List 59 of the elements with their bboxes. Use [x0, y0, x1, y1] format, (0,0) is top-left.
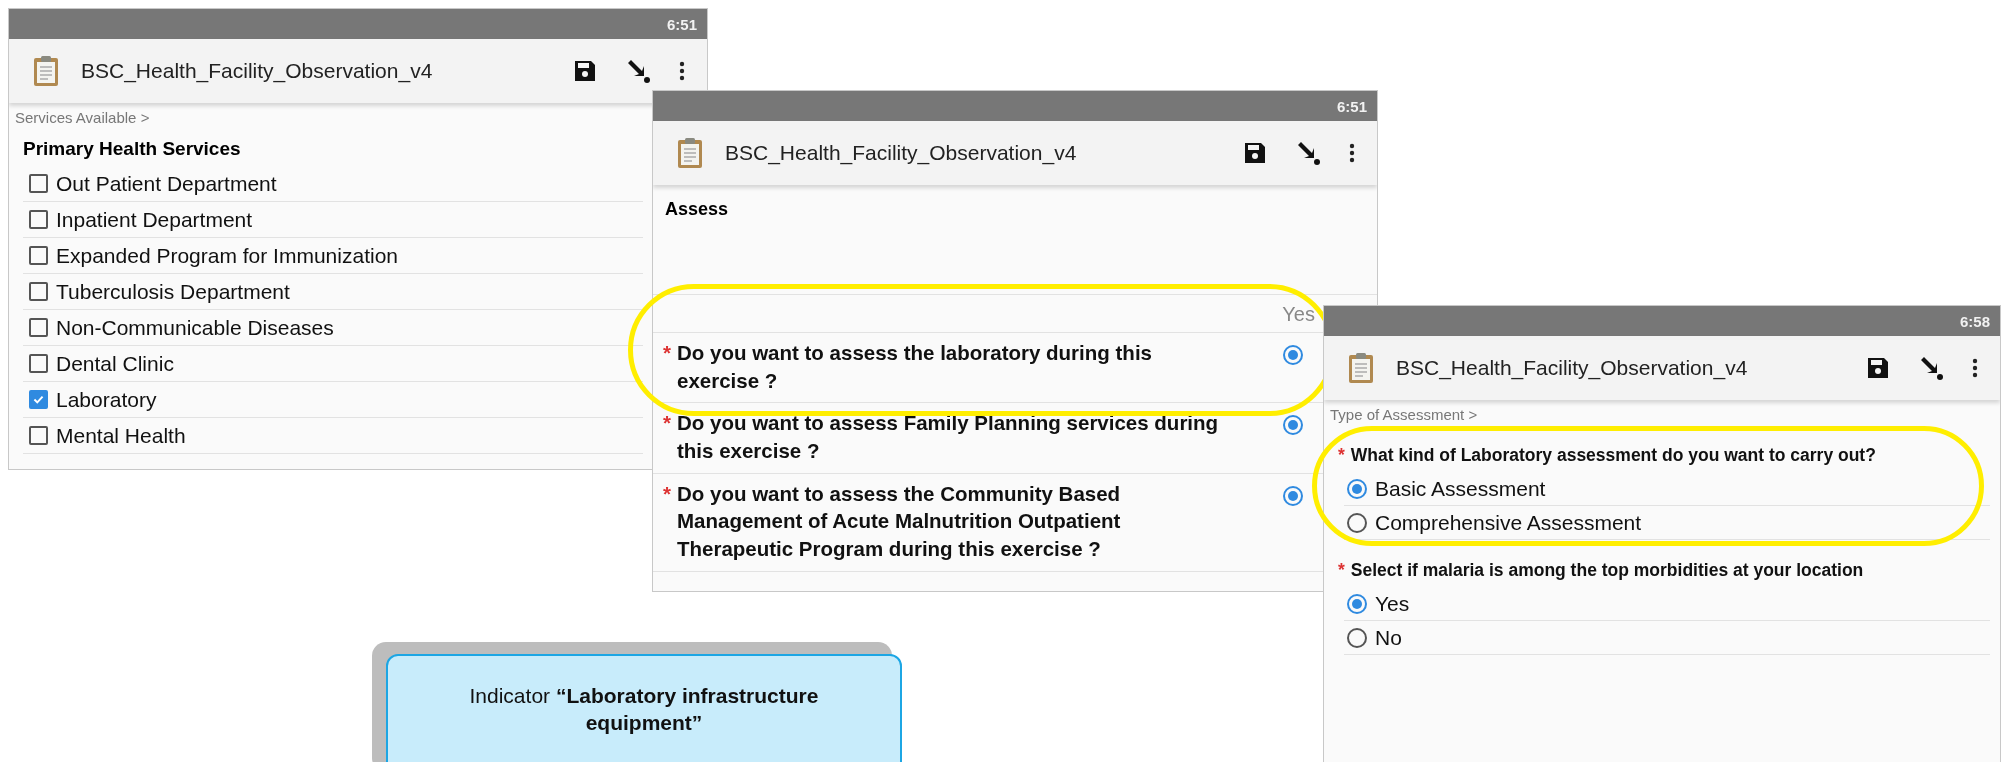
- section-heading: Assess: [665, 199, 729, 219]
- checkbox[interactable]: [29, 246, 48, 265]
- option-label[interactable]: Basic Assessment: [1375, 476, 1546, 501]
- checkmark-icon: [32, 393, 45, 406]
- question-text: Do you want to assess the laboratory during this exercise ?: [677, 340, 1153, 394]
- option-label[interactable]: Comprehensive Assessment: [1375, 510, 1642, 535]
- required-mark: *: [663, 340, 671, 366]
- question-text: What kind of Laboratory assessment do you want to carry out?: [1350, 445, 1876, 465]
- checkbox[interactable]: [29, 282, 48, 301]
- radio-button[interactable]: [1347, 478, 1367, 499]
- clipboard-icon: [33, 55, 59, 87]
- clipboard-icon: [677, 137, 703, 169]
- checkbox-label[interactable]: Mental Health: [56, 423, 186, 448]
- menu-icon[interactable]: [1349, 143, 1355, 163]
- checkbox[interactable]: [29, 426, 48, 445]
- checkbox-label[interactable]: Tuberculosis Department: [56, 279, 290, 304]
- clipboard-icon: [1348, 352, 1374, 384]
- radio-button[interactable]: [1283, 485, 1303, 506]
- status-time: 6:58: [1959, 312, 1990, 330]
- group-heading: Primary Health Services: [23, 138, 241, 159]
- required-mark: *: [663, 410, 671, 437]
- status-time: 6:51: [1336, 97, 1367, 115]
- save-icon[interactable]: [1866, 356, 1890, 380]
- required-mark: *: [1338, 445, 1345, 465]
- breadcrumb[interactable]: Services Available >: [15, 109, 150, 126]
- question-text: Select if malaria is among the top morbidities at your location: [1350, 560, 1864, 580]
- option-label[interactable]: No: [1375, 625, 1402, 650]
- form-title: BSC_Health_Facility_Observation_v4: [81, 59, 433, 83]
- menu-icon[interactable]: [679, 61, 685, 81]
- radio-button[interactable]: [1347, 627, 1367, 648]
- checkbox-label[interactable]: Expanded Program for Immunization: [56, 243, 398, 268]
- callout-text: Indicator “Laboratory infrastructure equipment”: [468, 683, 820, 737]
- save-icon[interactable]: [1243, 141, 1267, 165]
- save-icon[interactable]: [573, 59, 597, 83]
- checkbox[interactable]: [29, 390, 48, 409]
- checkbox-label[interactable]: Dental Clinic: [56, 351, 174, 376]
- radio-button[interactable]: [1347, 512, 1367, 533]
- radio-button[interactable]: [1347, 593, 1367, 614]
- checkbox[interactable]: [29, 318, 48, 337]
- question-text: Do you want to assess Family Planning services during this exercise ?: [677, 410, 1220, 464]
- radio-button[interactable]: [1283, 415, 1303, 436]
- required-mark: *: [1338, 560, 1345, 580]
- checkbox-label[interactable]: Out Patient Department: [56, 171, 277, 196]
- form-title: BSC_Health_Facility_Observation_v4: [1396, 356, 1748, 380]
- status-time: 6:51: [666, 15, 697, 33]
- option-label[interactable]: Yes: [1375, 591, 1410, 616]
- breadcrumb[interactable]: Type of Assessment >: [1330, 406, 1478, 423]
- menu-icon[interactable]: [1972, 358, 1978, 378]
- column-label: Yes: [1282, 303, 1315, 326]
- checkbox[interactable]: [29, 210, 48, 229]
- question-text: Do you want to assess the Community Based Management of Acute Malnutrition Outpatient Therapeutic Program during this exercise ?: [677, 480, 1122, 563]
- radio-button[interactable]: [1283, 345, 1303, 365]
- checkbox-label[interactable]: Laboratory: [56, 387, 157, 412]
- checkbox[interactable]: [29, 174, 48, 193]
- checkbox-label[interactable]: Inpatient Department: [56, 207, 253, 232]
- checkbox-label[interactable]: Non-Communicable Diseases: [56, 315, 334, 340]
- checkbox[interactable]: [29, 354, 48, 373]
- required-mark: *: [663, 480, 671, 507]
- form-title: BSC_Health_Facility_Observation_v4: [725, 141, 1077, 165]
